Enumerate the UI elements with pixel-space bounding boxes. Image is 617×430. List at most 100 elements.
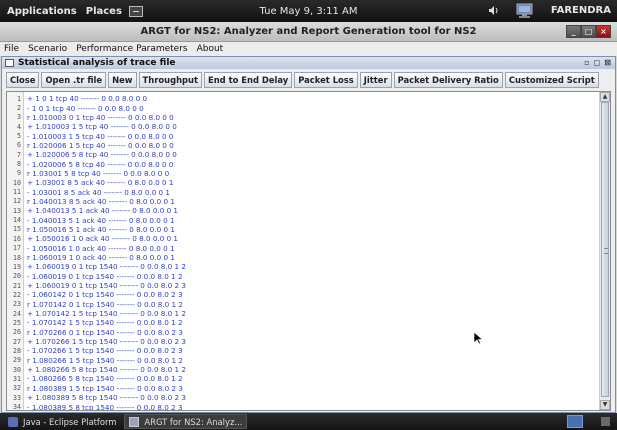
menu-scenario[interactable]: Scenario bbox=[28, 44, 67, 54]
packet-delivery-ratio-button[interactable]: Packet Delivery Ratio bbox=[393, 71, 503, 88]
trace-line-text: r 1.050016 5 1 ack 40 ------- 0 8.0 0.0 … bbox=[27, 224, 175, 234]
trace-line-text: + 1.040013 5 1 ack 40 ------- 0 8.0 0.0 … bbox=[27, 206, 178, 216]
throughput-button[interactable]: Throughput bbox=[138, 71, 202, 88]
trace-line: 8 - 1.020006 5 8 tcp 40 ------- 0 0.0 8.0… bbox=[7, 159, 597, 169]
line-number: 27 bbox=[13, 337, 21, 346]
line-number: 14 bbox=[13, 216, 21, 225]
menu-bar: File Scenario Performance Parameters Abo… bbox=[0, 42, 617, 56]
frame-maximize-icon[interactable]: ◻ bbox=[594, 58, 601, 67]
menu-about[interactable]: About bbox=[197, 44, 224, 54]
scroll-up-icon[interactable]: ▲ bbox=[600, 92, 610, 102]
trace-line: 10 + 1.03001 8 5 ack 40 ------- 0 8.0 0.0… bbox=[7, 178, 597, 187]
workspace-square-icon[interactable] bbox=[601, 417, 610, 426]
end-to-end-delay-button[interactable]: End to End Delay bbox=[204, 71, 293, 88]
line-number: 25 bbox=[13, 318, 21, 327]
scroll-down-icon[interactable]: ▼ bbox=[600, 400, 610, 410]
trace-line: 33 + 1.080389 5 8 tcp 1540 ------- 0 0.0 … bbox=[7, 393, 597, 402]
line-number: 9 bbox=[17, 169, 21, 178]
trace-line: 18 r 1.060019 1 0 ack 40 ------- 0 8.0 0.… bbox=[7, 253, 597, 262]
line-number: 12 bbox=[13, 197, 21, 206]
frame-icon bbox=[5, 59, 14, 67]
line-number: 26 bbox=[13, 328, 21, 337]
workspace-switcher-icon[interactable] bbox=[567, 415, 583, 428]
line-number: 21 bbox=[13, 281, 21, 290]
toolbar: Close Open .tr file New Throughput End t… bbox=[2, 70, 615, 89]
line-number: 10 bbox=[13, 178, 21, 187]
trace-line: 16 + 1.050016 1 0 ack 40 ------- 0 8.0 0.… bbox=[7, 234, 597, 243]
trace-lines: 1 + 1 0 1 tcp 40 ------- 0 0.0 8.0 0 0 2 - … bbox=[7, 94, 597, 411]
trace-line-text: - 1.040013 5 1 ack 40 ------- 0 8.0 0.0 … bbox=[27, 215, 175, 225]
eclipse-icon bbox=[8, 416, 18, 427]
top-panel: Applications Places Tue May 9, 3:11 AM F… bbox=[0, 0, 617, 22]
volume-icon[interactable] bbox=[488, 5, 500, 16]
trace-line-text: r 1.040013 8 5 ack 40 ------- 0 8.0 0.0 … bbox=[27, 196, 175, 206]
vertical-scrollbar[interactable]: ▲ ▼ bbox=[599, 92, 610, 410]
trace-line: 17 - 1.050016 1 0 ack 40 ------- 0 8.0 0.… bbox=[7, 244, 597, 253]
applications-menu[interactable]: Applications bbox=[7, 6, 77, 17]
app-window-icon bbox=[129, 416, 140, 427]
trace-line-text: r 1.080389 1 5 tcp 1540 ------- 0 0.0 8.… bbox=[27, 383, 183, 393]
line-number: 31 bbox=[13, 374, 21, 383]
frame-close-icon[interactable]: ⊠ bbox=[604, 58, 611, 67]
network-icon[interactable] bbox=[514, 3, 536, 19]
terminal-icon[interactable] bbox=[128, 5, 143, 17]
trace-line: 5 - 1.010003 1 5 tcp 40 ------- 0 0.0 8.0… bbox=[7, 131, 597, 141]
trace-line: 34 - 1.080389 5 8 tcp 1540 ------- 0 0.0 … bbox=[7, 402, 597, 411]
trace-line-text: + 1.080266 5 8 tcp 1540 ------- 0 0.0 8.… bbox=[27, 365, 186, 375]
trace-line-text: + 1.070266 1 5 tcp 1540 ------- 0 0.0 8.… bbox=[27, 337, 186, 347]
customized-script-button[interactable]: Customized Script bbox=[504, 71, 599, 88]
maximize-icon[interactable]: □ bbox=[581, 25, 596, 38]
line-number: 6 bbox=[17, 141, 21, 150]
trace-line: 29 r 1.080266 1 5 tcp 1540 ------- 0 0.0 … bbox=[7, 356, 597, 365]
internal-frame: Statistical analysis of trace file ▫ ◻ ⊠… bbox=[1, 56, 616, 413]
jitter-button[interactable]: Jitter bbox=[359, 71, 392, 88]
packet-loss-button[interactable]: Packet Loss bbox=[294, 71, 358, 88]
task-eclipse[interactable]: Java - Eclipse Platform bbox=[4, 414, 120, 429]
trace-line-text: + 1.03001 8 5 ack 40 ------- 0 8.0 0.0 0… bbox=[27, 178, 174, 188]
trace-line-text: - 1.050016 1 0 ack 40 ------- 0 8.0 0.0 … bbox=[27, 243, 175, 253]
trace-line: 23 r 1.070142 0 1 tcp 1540 ------- 0 0.0 … bbox=[7, 300, 597, 309]
trace-line-text: - 1.020006 5 8 tcp 40 ------- 0 0.0 8.0 … bbox=[27, 159, 174, 169]
trace-line: 26 r 1.070266 0 1 tcp 1540 ------- 0 0.0 … bbox=[7, 328, 597, 337]
close-icon[interactable]: × bbox=[596, 25, 611, 38]
trace-text-area[interactable]: 1 + 1 0 1 tcp 40 ------- 0 0.0 8.0 0 0 2 - … bbox=[6, 91, 611, 411]
trace-line-text: - 1.060142 0 1 tcp 1540 ------- 0 0.0 8.… bbox=[27, 290, 183, 300]
minimize-icon[interactable]: _ bbox=[566, 25, 581, 38]
trace-line: 28 - 1.070266 1 5 tcp 1540 ------- 0 0.0 … bbox=[7, 346, 597, 355]
trace-line-text: r 1.070142 0 1 tcp 1540 ------- 0 0.0 8.… bbox=[27, 299, 183, 309]
line-number: 29 bbox=[13, 356, 21, 365]
task-argt[interactable]: ARGT for NS2: Analyz... bbox=[124, 414, 248, 429]
line-number: 13 bbox=[13, 206, 21, 215]
window-title: ARGT for NS2: Analyzer and Report Genera… bbox=[140, 26, 477, 37]
menu-performance-parameters[interactable]: Performance Parameters bbox=[76, 44, 187, 54]
line-number: 16 bbox=[13, 234, 21, 243]
trace-line-text: r 1.060019 1 0 ack 40 ------- 0 8.0 0.0 … bbox=[27, 253, 175, 263]
open-tr-file-button[interactable]: Open .tr file bbox=[41, 71, 107, 88]
trace-line-text: - 1.010003 1 5 tcp 40 ------- 0 0.0 8.0 … bbox=[27, 131, 174, 141]
taskbar: Java - Eclipse Platform ARGT for NS2: An… bbox=[0, 413, 617, 430]
trace-line: 20 - 1.060019 0 1 tcp 1540 ------- 0 0.0 … bbox=[7, 272, 597, 281]
line-number: 5 bbox=[17, 132, 21, 141]
window-titlebar[interactable]: ARGT for NS2: Analyzer and Report Genera… bbox=[0, 22, 617, 42]
line-number: 34 bbox=[13, 403, 21, 411]
trace-line: 24 + 1.070142 1 5 tcp 1540 ------- 0 0.0 … bbox=[7, 309, 597, 318]
line-number: 24 bbox=[13, 309, 21, 318]
trace-line-text: - 1.070142 1 5 tcp 1540 ------- 0 0.0 8.… bbox=[27, 318, 183, 328]
new-button[interactable]: New bbox=[108, 71, 137, 88]
scrollbar-thumb[interactable] bbox=[601, 102, 609, 397]
close-button[interactable]: Close bbox=[6, 71, 40, 88]
trace-line-text: - 1.03001 8 5 ack 40 ------- 0 8.0 0.0 0… bbox=[27, 187, 170, 197]
trace-line: 32 r 1.080389 1 5 tcp 1540 ------- 0 0.0 … bbox=[7, 384, 597, 393]
places-menu[interactable]: Places bbox=[86, 6, 122, 17]
trace-line: 9 r 1.03001 5 8 tcp 40 ------- 0 0.0 8.0 … bbox=[7, 169, 597, 178]
internal-frame-titlebar[interactable]: Statistical analysis of trace file ▫ ◻ ⊠ bbox=[2, 57, 615, 69]
trace-line: 31 - 1.080266 5 8 tcp 1540 ------- 0 0.0 … bbox=[7, 374, 597, 383]
trace-line-text: + 1.060019 0 1 tcp 1540 ------- 0 0.0 8.… bbox=[27, 281, 186, 291]
menu-file[interactable]: File bbox=[4, 44, 19, 54]
line-number: 1 bbox=[17, 94, 21, 103]
line-number: 3 bbox=[17, 113, 21, 122]
frame-minimize-icon[interactable]: ▫ bbox=[584, 58, 589, 67]
trace-line: 1 + 1 0 1 tcp 40 ------- 0 0.0 8.0 0 0 bbox=[7, 94, 597, 103]
user-name[interactable]: FARENDRA bbox=[551, 5, 611, 16]
trace-line-text: + 1.020006 5 8 tcp 40 ------- 0 0.0 8.0 … bbox=[27, 150, 177, 160]
